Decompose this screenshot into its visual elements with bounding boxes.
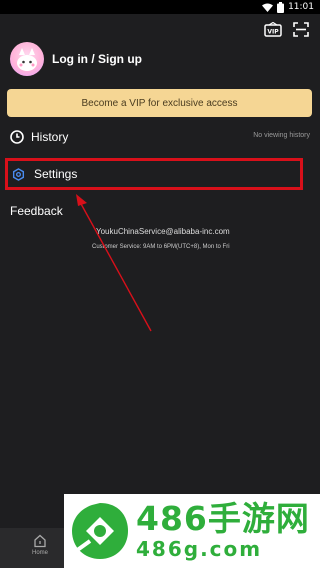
history-row[interactable]: History No viewing history: [10, 126, 310, 148]
history-status: No viewing history: [253, 132, 310, 139]
status-time: 11:01: [288, 2, 314, 12]
watermark-title: 486手游网: [136, 499, 310, 538]
contact-email: YoukuChinaService@alibaba-inc.com: [96, 227, 230, 236]
nav-home[interactable]: Home: [22, 534, 58, 564]
vip-card-label: VIP: [267, 28, 279, 35]
watermark-logo-icon: [72, 503, 128, 559]
annotation-arrow: [76, 194, 152, 332]
avatar-icon[interactable]: [10, 42, 44, 76]
login-label[interactable]: Log in / Sign up: [52, 52, 142, 66]
settings-label: Settings: [34, 167, 78, 181]
clock-icon: [10, 130, 24, 144]
vip-card-icon[interactable]: VIP: [264, 21, 282, 37]
settings-icon: [12, 167, 25, 181]
battery-icon: [277, 1, 285, 13]
watermark-url: 486g.com: [136, 537, 263, 561]
watermark-text: 486手游网 486g.com: [136, 499, 310, 562]
feedback-label[interactable]: Feedback: [10, 204, 63, 218]
wifi-icon: [262, 3, 274, 12]
top-actions: VIP: [264, 21, 310, 37]
scan-icon[interactable]: [292, 21, 310, 37]
login-row[interactable]: Log in / Sign up: [10, 42, 142, 76]
screen: 11:01 VIP Log in / Sign up Become a VIP …: [0, 0, 320, 568]
vip-banner[interactable]: Become a VIP for exclusive access: [7, 89, 312, 117]
watermark: 486手游网 486g.com: [64, 494, 320, 568]
settings-row[interactable]: Settings: [5, 158, 303, 190]
service-hours: Customer Service: 9AM to 6PM(UTC+8), Mon…: [92, 244, 230, 250]
vip-banner-text: Become a VIP for exclusive access: [81, 97, 238, 109]
status-icons: 11:01: [262, 1, 314, 13]
status-bar: 11:01: [0, 0, 320, 14]
history-label: History: [31, 130, 69, 144]
home-label: Home: [31, 550, 48, 556]
home-icon: [34, 534, 46, 548]
